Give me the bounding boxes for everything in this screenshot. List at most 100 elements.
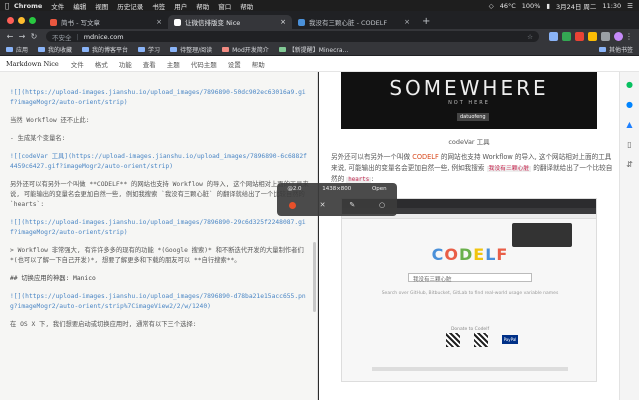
close-tab-icon[interactable]: × [280,18,286,26]
other-bookmarks[interactable]: 其他书签 [598,45,633,54]
sync-scroll-icon[interactable]: ⇵ [625,160,634,169]
wechat-copy-icon[interactable]: ● [625,80,634,89]
editor-line[interactable]: ![](https://upload-images.jianshu.io/upl… [10,218,309,238]
more-menu-icon[interactable]: ⋮ [623,32,635,41]
editor-line[interactable]: ![](https://upload-images.jianshu.io/upl… [10,292,309,312]
editor-line[interactable]: 当然 Workflow 还不止此: [10,116,309,126]
menubar-item-people[interactable]: 用户 [174,1,187,11]
editor-line[interactable]: - 生成某个变量名: [10,134,309,144]
close-tab-icon[interactable]: × [404,18,410,26]
not-secure-label[interactable]: 不安全 [52,32,72,42]
bookmark-label: 学习 [148,47,161,54]
app-brand[interactable]: Markdown Nice [6,60,59,68]
editor-blank-line [10,108,309,116]
wifi-icon[interactable]: ◇ [489,2,494,10]
tab-mdnice[interactable]: 让微信排版变 Nice × [168,15,292,29]
bookmark-folder[interactable]: 学习 [138,45,160,54]
reload-icon[interactable]: ↻ [28,32,40,41]
notification-center-icon[interactable]: ☰ [627,2,633,10]
extension-icon-1[interactable] [549,32,558,41]
bookmark-apps[interactable]: 应用 [6,45,28,54]
tab-title: 让微信排版变 Nice [185,19,241,27]
record-icon[interactable] [288,201,296,209]
extension-icon-2[interactable] [562,32,571,41]
apple-icon[interactable]:  [0,2,14,10]
menubar-item-history[interactable]: 历史记录 [117,1,143,11]
codelf-donate-label: Donate to Codelf [450,327,490,332]
app-menu-bar: Markdown Nice 文件 格式 功能 查看 主题 代码主题 设置 帮助 [0,56,639,72]
zhihu-copy-icon[interactable]: ● [625,100,634,109]
menubar-item-edit[interactable]: 编辑 [73,1,86,11]
menu-help[interactable]: 帮助 [252,59,265,69]
extension-icon-5[interactable] [601,32,610,41]
menu-format[interactable]: 格式 [95,59,108,69]
address-bar[interactable]: 不安全 | mdnice.com ☆ [46,31,539,42]
qr-code-icon [474,333,488,347]
extension-icon-3[interactable] [575,32,584,41]
bookmark-folder[interactable]: 待整理/阅读 [170,45,212,54]
menubar-item-tab[interactable]: 帮助 [196,1,209,11]
bookmark-label: 我的博客平台 [92,47,129,54]
juejin-copy-icon[interactable]: ▲ [625,120,634,129]
editor-line[interactable]: ![[codeVar 工具](https://upload-images.jia… [10,152,309,172]
editor-line[interactable]: > Workflow 非常强大, 有许许多多的现有的功能 *(Google 搜索… [10,246,309,266]
minimize-window-button[interactable] [18,17,25,24]
folder-icon [138,47,146,52]
back-arrow-icon[interactable]: ← [4,32,16,41]
edit-icon[interactable]: ✎ [349,201,355,209]
editor-blank-line [10,312,309,320]
bookmark-folder[interactable]: 我的收藏 [38,45,72,54]
bookmark-folder[interactable]: 我的博客平台 [82,45,128,54]
tab-jianshu[interactable]: 简书 - 写文章 × [44,15,168,29]
extension-icon-4[interactable] [588,32,597,41]
address-url[interactable]: mdnice.com [84,33,124,41]
bookmark-link[interactable]: 【新提醒】Minecra... [278,45,348,54]
editor-line[interactable]: ![](https://upload-images.jianshu.io/upl… [10,88,309,108]
menu-code-theme[interactable]: 代码主题 [191,59,217,69]
menu-settings[interactable]: 设置 [228,59,241,69]
close-window-button[interactable] [7,17,14,24]
pin-icon[interactable]: ○ [379,201,385,209]
image-caption: codeVar 工具 [448,138,490,146]
editor-line[interactable]: 在 OS X 下, 我们想要启动或切换应用时, 通常有以下三个选择: [10,320,309,330]
screenshot-open-button[interactable]: Open [372,186,387,192]
apps-grid-icon [6,47,13,52]
editor-scrollbar[interactable] [313,242,316,312]
bookmark-link[interactable]: Mod开发简介 [222,45,269,54]
battery-icon[interactable]: ▮ [546,2,550,10]
close-tab-icon[interactable]: × [156,18,162,26]
menubar-item-file[interactable]: 文件 [51,1,64,11]
codelf-footer [372,367,568,371]
editor-content[interactable]: ![](https://upload-images.jianshu.io/upl… [10,88,309,330]
menubar-date[interactable]: 3月24日 周二 [556,1,596,11]
forward-arrow-icon[interactable]: → [16,32,28,41]
menubar-item-window[interactable]: 窗口 [218,1,231,11]
menu-theme[interactable]: 主题 [167,59,180,69]
zoom-window-button[interactable] [29,17,36,24]
menu-function[interactable]: 功能 [119,59,132,69]
temperature-readout[interactable]: 46°C [500,2,516,10]
menubar-item-view[interactable]: 视图 [95,1,108,11]
menubar-app-name[interactable]: Chrome [14,2,42,10]
codelf-search-box: 我没有三颗心脏 [408,273,532,283]
codelf-logo: CODELF [431,245,509,264]
menu-file[interactable]: 文件 [71,59,84,69]
markdown-editor[interactable]: ![](https://upload-images.jianshu.io/upl… [0,72,318,400]
mobile-preview-icon[interactable]: ▯ [625,140,634,149]
menu-view[interactable]: 查看 [143,59,156,69]
editor-line[interactable]: ## 切换应用的神器: Manico [10,274,309,284]
menubar-time[interactable]: 11:30 [602,2,621,10]
editor-line[interactable]: 另外还可以有另外一个叫做 **CODELF** 的网站也支持 Workflow … [10,180,309,210]
page-icon [222,47,230,52]
close-icon[interactable]: ✕ [320,201,326,209]
menubar-item-help[interactable]: 帮助 [240,1,253,11]
profile-avatar[interactable] [614,32,623,41]
browser-tab-strip: 简书 - 写文章 × 让微信排版变 Nice × 我没有三颗心脏 - CODEL… [0,11,639,29]
editor-blank-line [10,284,309,292]
screenshot-size-label: 1438×800 [322,186,352,192]
battery-percent[interactable]: 100% [522,2,541,10]
bookmark-star-icon[interactable]: ☆ [527,33,533,41]
tab-codelf[interactable]: 我没有三颗心脏 - CODELF × [292,15,416,29]
new-tab-button[interactable]: + [416,16,436,29]
menubar-item-bookmarks[interactable]: 书签 [152,1,165,11]
